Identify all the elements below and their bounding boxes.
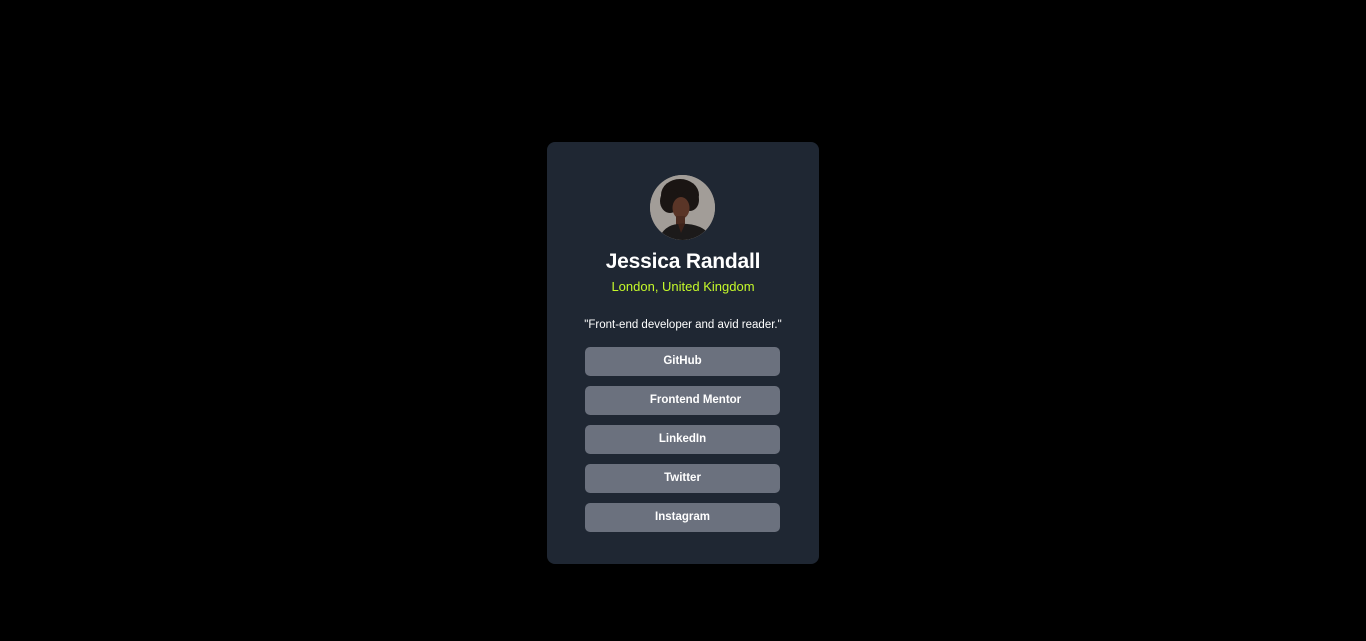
frontend-mentor-link-button[interactable]: Frontend Mentor bbox=[585, 386, 780, 415]
avatar bbox=[650, 175, 715, 240]
twitter-link-button[interactable]: Twitter bbox=[585, 464, 780, 493]
profile-card: Jessica Randall London, United Kingdom "… bbox=[547, 142, 819, 564]
profile-location: London, United Kingdom bbox=[611, 279, 755, 294]
avatar-photo bbox=[650, 175, 715, 240]
social-links: GitHub Frontend Mentor LinkedIn Twitter … bbox=[585, 347, 780, 542]
profile-bio: "Front-end developer and avid reader." bbox=[584, 319, 782, 331]
instagram-link-button[interactable]: Instagram bbox=[585, 503, 780, 532]
linkedin-link-button[interactable]: LinkedIn bbox=[585, 425, 780, 454]
github-link-button[interactable]: GitHub bbox=[585, 347, 780, 376]
profile-name: Jessica Randall bbox=[605, 250, 761, 273]
